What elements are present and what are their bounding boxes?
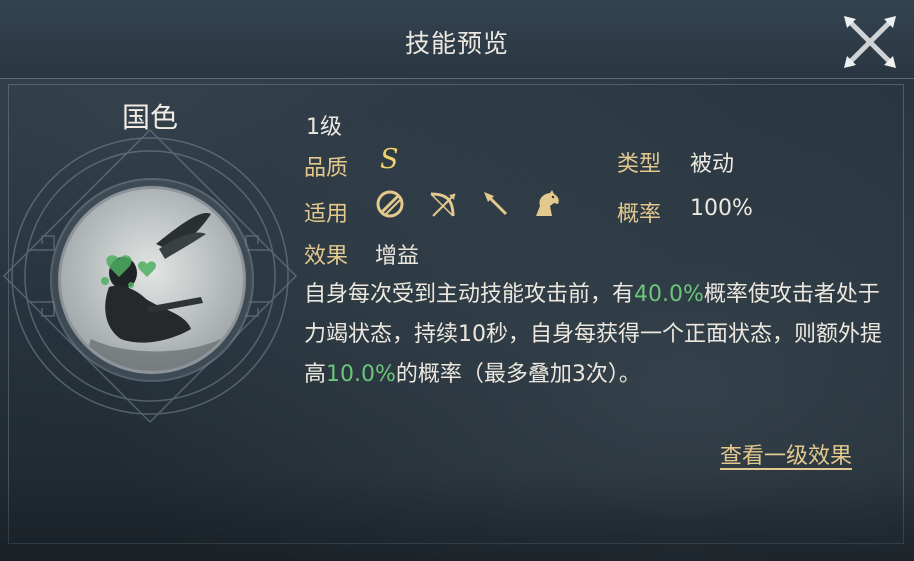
- close-button[interactable]: [838, 10, 902, 74]
- shield-icon: [376, 190, 404, 218]
- description-text: 自身每次受到主动技能攻击前，有: [304, 282, 635, 307]
- effect-label: 效果: [304, 244, 349, 269]
- bottom-shade: [0, 470, 914, 561]
- effect-value: 增益: [375, 244, 420, 269]
- page-title: 技能预览: [404, 29, 509, 58]
- skill-name: 国色: [121, 101, 178, 134]
- chance-value: 100%: [690, 196, 753, 221]
- description-highlight: 10.0%: [326, 362, 396, 387]
- horse-icon: [536, 190, 559, 216]
- chance-label: 概率: [617, 202, 662, 227]
- quality-grade: S: [380, 144, 399, 175]
- description-text: 的概率（最多叠加3次）。: [395, 362, 641, 387]
- skill-illustration-image: [61, 189, 243, 371]
- troop-type-icons: [374, 188, 574, 224]
- type-label: 类型: [617, 152, 662, 177]
- type-value: 被动: [690, 152, 735, 177]
- bow-icon: [430, 192, 456, 217]
- view-level1-effect-link[interactable]: 查看一级效果: [720, 438, 852, 470]
- applies-label: 适用: [304, 202, 349, 227]
- spear-icon: [484, 192, 508, 216]
- skill-description: 自身每次受到主动技能攻击前，有40.0%概率使攻击者处于力竭状态，持续10秒，自…: [304, 275, 884, 395]
- skill-level: 1级: [306, 115, 342, 140]
- description-highlight: 40.0%: [634, 282, 704, 307]
- skill-preview-panel: 技能预览 国色 1级 品质 S 类型 被动 适用 概率 100% 效果 增益 自…: [0, 0, 914, 561]
- skill-portrait: [58, 186, 246, 374]
- quality-label: 品质: [304, 156, 349, 181]
- close-icon: [844, 16, 896, 68]
